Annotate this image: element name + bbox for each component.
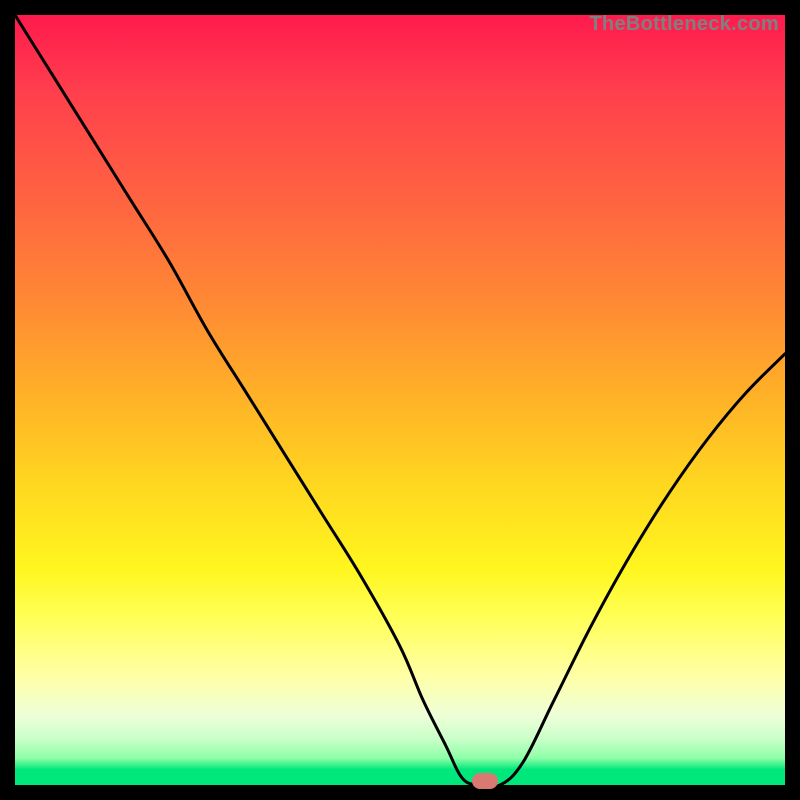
optimal-point-marker [472, 773, 498, 789]
bottleneck-curve [15, 15, 785, 785]
plot-area: TheBottleneck.com [15, 15, 785, 785]
chart-frame: TheBottleneck.com [0, 0, 800, 800]
